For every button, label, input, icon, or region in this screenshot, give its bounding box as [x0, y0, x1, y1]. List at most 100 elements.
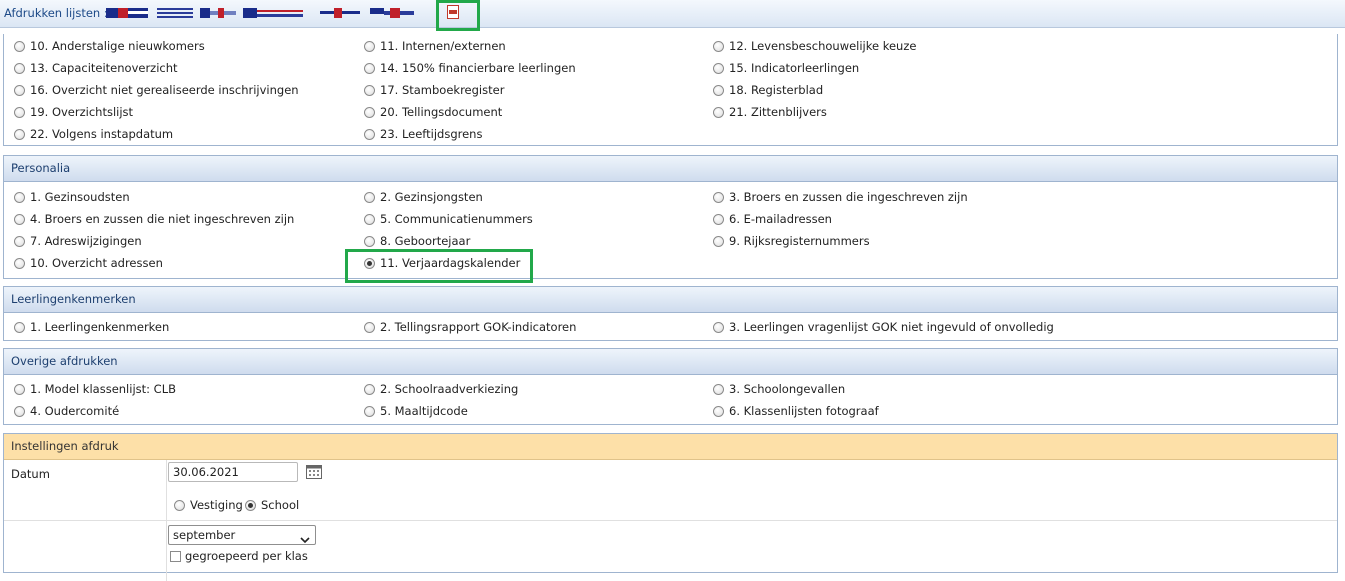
radio-option[interactable]: 10. Anderstalige nieuwkomers	[14, 37, 205, 55]
date-row: Datum 30.06.2021 Vestiging School	[4, 460, 1337, 521]
month-select[interactable]: september	[168, 525, 316, 545]
radio-button[interactable]	[713, 406, 724, 417]
radio-option[interactable]: 10. Overzicht adressen	[14, 254, 163, 272]
radio-button[interactable]	[14, 41, 25, 52]
radio-option[interactable]: 1. Leerlingenkenmerken	[14, 318, 169, 336]
radio-button[interactable]	[364, 107, 375, 118]
toolbar: Afdrukken lijsten :	[0, 0, 1345, 31]
radio-button[interactable]	[14, 258, 25, 269]
flag-icon[interactable]	[370, 8, 414, 18]
radio-button[interactable]	[713, 384, 724, 395]
radio-button[interactable]	[14, 85, 25, 96]
radio-label: 3. Schoolongevallen	[729, 382, 846, 396]
radio-option[interactable]: 23. Leeftijdsgrens	[364, 125, 482, 143]
radio-option[interactable]: 13. Capaciteitenoverzicht	[14, 59, 178, 77]
radio-button[interactable]	[364, 41, 375, 52]
radio-button[interactable]	[364, 192, 375, 203]
radio-option[interactable]: 2. Schoolraadverkiezing	[364, 380, 518, 398]
radio-label: 6. Klassenlijsten fotograaf	[729, 404, 879, 418]
grouped-checkbox-option[interactable]: gegroepeerd per klas	[170, 547, 308, 565]
radio-option[interactable]: 6. Klassenlijsten fotograaf	[713, 402, 879, 420]
radio-option[interactable]: 3. Broers en zussen die ingeschreven zij…	[713, 188, 968, 206]
radio-option[interactable]: 8. Geboortejaar	[364, 232, 470, 250]
radio-option[interactable]: 4. Broers en zussen die niet ingeschreve…	[14, 210, 294, 228]
radio-label: 1. Model klassenlijst: CLB	[30, 382, 177, 396]
date-input[interactable]: 30.06.2021	[168, 462, 298, 482]
radio-button[interactable]	[14, 129, 25, 140]
radio-button[interactable]	[713, 322, 724, 333]
flag-icon[interactable]	[320, 8, 360, 18]
radio-button[interactable]	[174, 500, 185, 511]
radio-button[interactable]	[14, 192, 25, 203]
radio-button[interactable]	[364, 384, 375, 395]
radio-option[interactable]: 22. Volgens instapdatum	[14, 125, 173, 143]
radio-button[interactable]	[713, 85, 724, 96]
radio-option[interactable]: 16. Overzicht niet gerealiseerde inschri…	[14, 81, 299, 99]
radio-button[interactable]	[14, 406, 25, 417]
pdf-icon[interactable]	[447, 5, 459, 19]
radio-button[interactable]	[364, 236, 375, 247]
radio-button[interactable]	[245, 500, 256, 511]
radio-option[interactable]: 12. Levensbeschouwelijke keuze	[713, 37, 916, 55]
radio-option[interactable]: 5. Maaltijdcode	[364, 402, 468, 420]
radio-label: 8. Geboortejaar	[380, 234, 471, 248]
radio-button[interactable]	[14, 322, 25, 333]
radio-option[interactable]: 17. Stamboekregister	[364, 81, 504, 99]
radio-label: 10. Overzicht adressen	[30, 256, 163, 270]
radio-button[interactable]	[364, 63, 375, 74]
radio-button[interactable]	[713, 236, 724, 247]
radio-label: 5. Maaltijdcode	[380, 404, 468, 418]
radio-label: 2. Tellingsrapport GOK-indicatoren	[380, 320, 577, 334]
radio-option[interactable]: 6. E-mailadressen	[713, 210, 832, 228]
radio-button[interactable]	[14, 236, 25, 247]
radio-option[interactable]: 1. Gezinsoudsten	[14, 188, 130, 206]
radio-option[interactable]: 5. Communicatienummers	[364, 210, 533, 228]
personalia-section: Personalia 1. Gezinsoudsten 2. Gezinsjong…	[3, 155, 1338, 279]
radio-label: 10. Anderstalige nieuwkomers	[30, 39, 205, 53]
radio-button[interactable]	[14, 107, 25, 118]
flag-icon[interactable]	[106, 8, 148, 18]
selected-highlight	[345, 249, 533, 283]
radio-option[interactable]: 4. Oudercomité	[14, 402, 119, 420]
radio-option[interactable]: 7. Adreswijzigingen	[14, 232, 142, 250]
radio-option[interactable]: 2. Gezinsjongsten	[364, 188, 483, 206]
calendar-icon[interactable]	[306, 465, 322, 479]
radio-option[interactable]: 3. Schoolongevallen	[713, 380, 845, 398]
radio-label: 4. Oudercomité	[30, 404, 120, 418]
radio-option[interactable]: 3. Leerlingen vragenlijst GOK niet ingev…	[713, 318, 1054, 336]
checkbox[interactable]	[170, 551, 181, 562]
flag-icon[interactable]	[243, 8, 303, 18]
radio-button[interactable]	[14, 384, 25, 395]
scope-option-vestiging[interactable]: Vestiging	[174, 496, 243, 514]
radio-button[interactable]	[364, 322, 375, 333]
radio-label: 4. Broers en zussen die niet ingeschreve…	[30, 212, 295, 226]
radio-option[interactable]: 11. Internen/externen	[364, 37, 506, 55]
radio-button[interactable]	[14, 214, 25, 225]
radio-label: 7. Adreswijzigingen	[30, 234, 142, 248]
flag-icon[interactable]	[200, 8, 236, 18]
radio-label: 23. Leeftijdsgrens	[380, 127, 483, 141]
radio-button[interactable]	[364, 85, 375, 96]
radio-button[interactable]	[713, 41, 724, 52]
radio-option[interactable]: 1. Model klassenlijst: CLB	[14, 380, 176, 398]
scope-option-school[interactable]: School	[245, 496, 299, 514]
radio-button[interactable]	[364, 129, 375, 140]
flag-icon[interactable]	[157, 8, 193, 18]
overige-section: Overige afdrukken 1. Model klassenlijst:…	[3, 348, 1338, 425]
radio-option[interactable]: 2. Tellingsrapport GOK-indicatoren	[364, 318, 576, 336]
radio-option[interactable]: 14. 150% financierbare leerlingen	[364, 59, 576, 77]
radio-option[interactable]: 21. Zittenblijvers	[713, 103, 827, 121]
radio-option[interactable]: 9. Rijksregisternummers	[713, 232, 870, 250]
radio-option[interactable]: 18. Registerblad	[713, 81, 823, 99]
radio-button[interactable]	[14, 63, 25, 74]
radio-option[interactable]: 15. Indicatorleerlingen	[713, 59, 859, 77]
radio-option[interactable]: 20. Tellingsdocument	[364, 103, 502, 121]
radio-label: 6. E-mailadressen	[729, 212, 832, 226]
radio-button[interactable]	[713, 107, 724, 118]
radio-button[interactable]	[713, 63, 724, 74]
radio-button[interactable]	[364, 406, 375, 417]
radio-option[interactable]: 19. Overzichtslijst	[14, 103, 133, 121]
radio-button[interactable]	[713, 214, 724, 225]
radio-button[interactable]	[364, 214, 375, 225]
radio-button[interactable]	[713, 192, 724, 203]
